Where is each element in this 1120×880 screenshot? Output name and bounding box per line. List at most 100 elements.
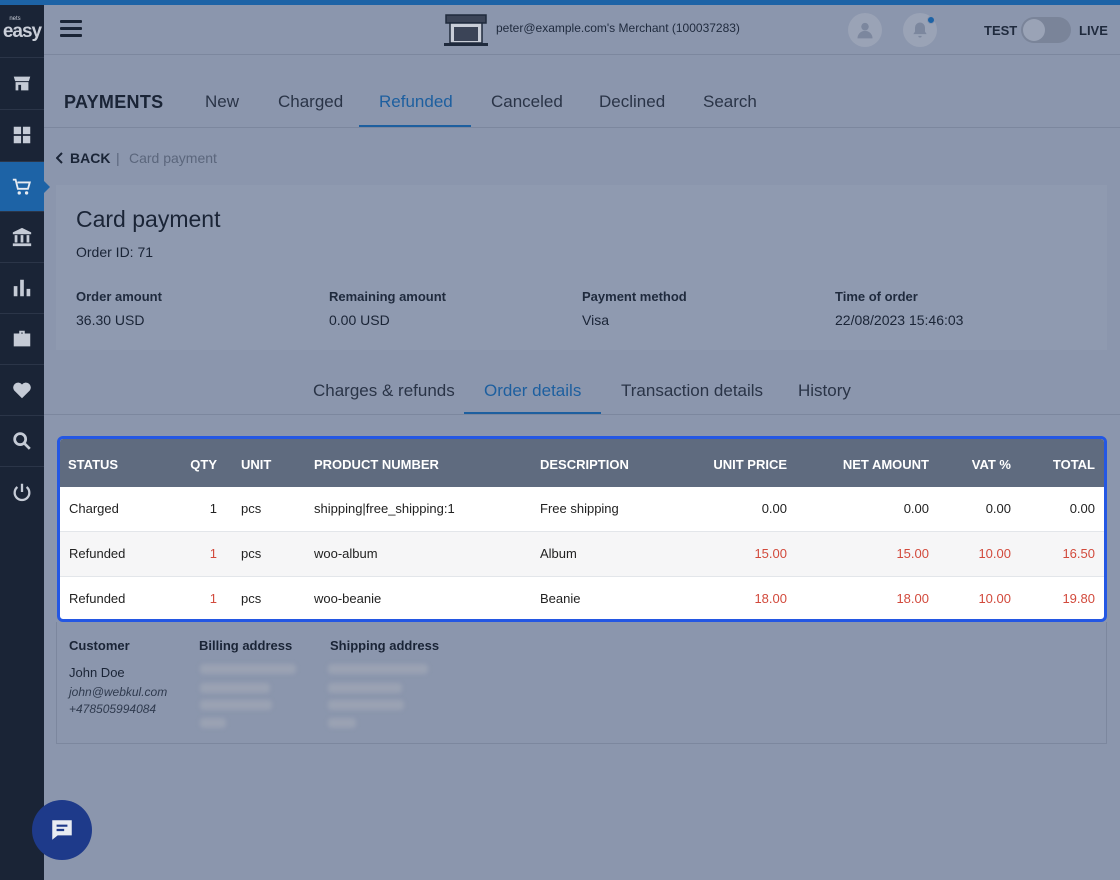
page-title: PAYMENTS: [64, 92, 164, 112]
sidebar-item-favorites[interactable]: [0, 364, 44, 414]
cell-status: Refunded: [69, 591, 126, 606]
chat-button[interactable]: [32, 800, 92, 860]
brand-logo[interactable]: nets easy: [0, 16, 44, 41]
nav-divider: [44, 127, 1120, 128]
column-header-status: STATUS: [68, 457, 119, 472]
back-button[interactable]: BACK: [56, 150, 110, 166]
cell-net-amount: 18.00: [896, 591, 929, 606]
heart-icon: [13, 382, 31, 398]
live-mode-label: LIVE: [1079, 23, 1108, 38]
tab-canceled[interactable]: Canceled: [491, 92, 563, 112]
customer-name: John Doe: [69, 665, 125, 680]
order-amount-label: Order amount: [76, 289, 162, 304]
sidebar-item-business[interactable]: [0, 313, 44, 363]
cell-unit: pcs: [241, 501, 262, 516]
payment-method-value: Visa: [582, 312, 609, 328]
customer-heading: Customer: [69, 638, 130, 653]
cell-unit: pcs: [241, 591, 262, 606]
cell-vat: 10.00: [978, 546, 1011, 561]
billing-address-blurred: [200, 683, 270, 693]
shipping-address-blurred: [328, 718, 356, 728]
briefcase-icon: [13, 330, 31, 346]
top-header: peter@example.com's Merchant (100037283)…: [44, 5, 1120, 55]
cell-description: Free shipping: [540, 501, 619, 516]
shipping-address-heading: Shipping address: [330, 638, 440, 653]
payment-title: Card payment: [76, 206, 221, 232]
tab-refunded[interactable]: Refunded: [379, 92, 453, 112]
column-header-description: DESCRIPTION: [540, 457, 629, 472]
order-amount-value: 36.30 USD: [76, 312, 145, 328]
brand-logo-big: easy: [2, 21, 42, 42]
back-label: BACK: [70, 150, 111, 166]
cell-qty: 1: [209, 501, 217, 516]
sidebar-item-dashboard[interactable]: [0, 109, 44, 159]
merchant-store-icon: [444, 14, 488, 46]
sidebar-item-reports[interactable]: [0, 262, 44, 312]
cell-total: 16.50: [1062, 546, 1095, 561]
billing-address-blurred: [200, 718, 226, 728]
remaining-amount-label: Remaining amount: [329, 289, 447, 304]
cell-net-amount: 0.00: [903, 501, 929, 516]
notification-bell-icon[interactable]: [903, 13, 937, 47]
cell-unit: pcs: [241, 546, 262, 561]
tab-order-details[interactable]: Order details: [484, 381, 581, 401]
top-accent-bar: [0, 0, 1120, 5]
chat-icon: [52, 820, 72, 840]
bar-chart-icon: [13, 279, 31, 296]
time-of-order-label: Time of order: [835, 289, 918, 304]
cell-total: 0.00: [1069, 501, 1095, 516]
cell-unit-price: 0.00: [761, 501, 787, 516]
merchant-name[interactable]: peter@example.com's Merchant (100037283): [496, 21, 740, 35]
store-icon: [13, 76, 31, 90]
breadcrumb-separator: |: [116, 150, 120, 166]
user-avatar-icon[interactable]: [848, 13, 882, 47]
billing-address-blurred: [200, 700, 272, 710]
cell-unit-price: 15.00: [754, 546, 787, 561]
cell-qty: 1: [209, 591, 217, 606]
tab-transaction-details[interactable]: Transaction details: [621, 381, 763, 401]
sidebar-item-search[interactable]: [0, 415, 44, 465]
hamburger-menu-icon[interactable]: [60, 20, 82, 38]
cell-qty: 1: [209, 546, 217, 561]
shipping-address-blurred: [328, 683, 402, 693]
tab-search[interactable]: Search: [703, 92, 757, 112]
cell-description: Beanie: [540, 591, 581, 606]
tab-declined[interactable]: Declined: [599, 92, 665, 112]
table-row: Refunded 1 pcs woo-beanie Beanie 18.00 1…: [60, 577, 1104, 619]
test-live-toggle[interactable]: [1021, 17, 1071, 43]
table-row: Charged 1 pcs shipping|free_shipping:1 F…: [60, 487, 1104, 532]
tab-history[interactable]: History: [798, 381, 851, 401]
tab-new[interactable]: New: [205, 92, 239, 112]
order-id: Order ID: 71: [76, 244, 154, 260]
sidebar-item-bank[interactable]: [0, 211, 44, 261]
column-header-unit-price: UNIT PRICE: [713, 457, 787, 472]
cell-product-number: woo-beanie: [314, 591, 382, 606]
chevron-left-icon: [56, 152, 63, 164]
sidebar: nets easy: [0, 0, 50, 880]
tab-charged[interactable]: Charged: [278, 92, 343, 112]
column-header-product-number: PRODUCT NUMBER: [314, 457, 439, 472]
test-mode-label: TEST: [984, 23, 1018, 38]
column-header-net-amount: NET AMOUNT: [842, 457, 929, 472]
column-header-vat: VAT %: [971, 457, 1011, 472]
bank-icon: [12, 227, 32, 246]
cell-status: Charged: [69, 501, 119, 516]
cell-total: 19.80: [1062, 591, 1095, 606]
billing-address-blurred: [200, 664, 296, 674]
search-icon: [13, 431, 31, 450]
billing-address-heading: Billing address: [199, 638, 293, 653]
cart-icon: [12, 178, 32, 195]
cell-product-number: shipping|free_shipping:1: [314, 501, 455, 516]
cell-net-amount: 15.00: [896, 546, 929, 561]
column-header-total: TOTAL: [1052, 457, 1095, 472]
cell-status: Refunded: [69, 546, 126, 561]
table-header: STATUS QTY UNIT PRODUCT NUMBER DESCRIPTI…: [60, 439, 1104, 487]
tab-charges-refunds[interactable]: Charges & refunds: [313, 381, 455, 401]
time-of-order-value: 22/08/2023 15:46:03: [835, 312, 964, 328]
table-row: Refunded 1 pcs woo-album Album 15.00 15.…: [60, 532, 1104, 577]
cell-product-number: woo-album: [314, 546, 378, 561]
sidebar-item-logout[interactable]: [0, 466, 44, 516]
remaining-amount-value: 0.00 USD: [329, 312, 390, 328]
sidebar-item-store[interactable]: [0, 57, 44, 107]
sidebar-item-payments[interactable]: [0, 161, 50, 211]
